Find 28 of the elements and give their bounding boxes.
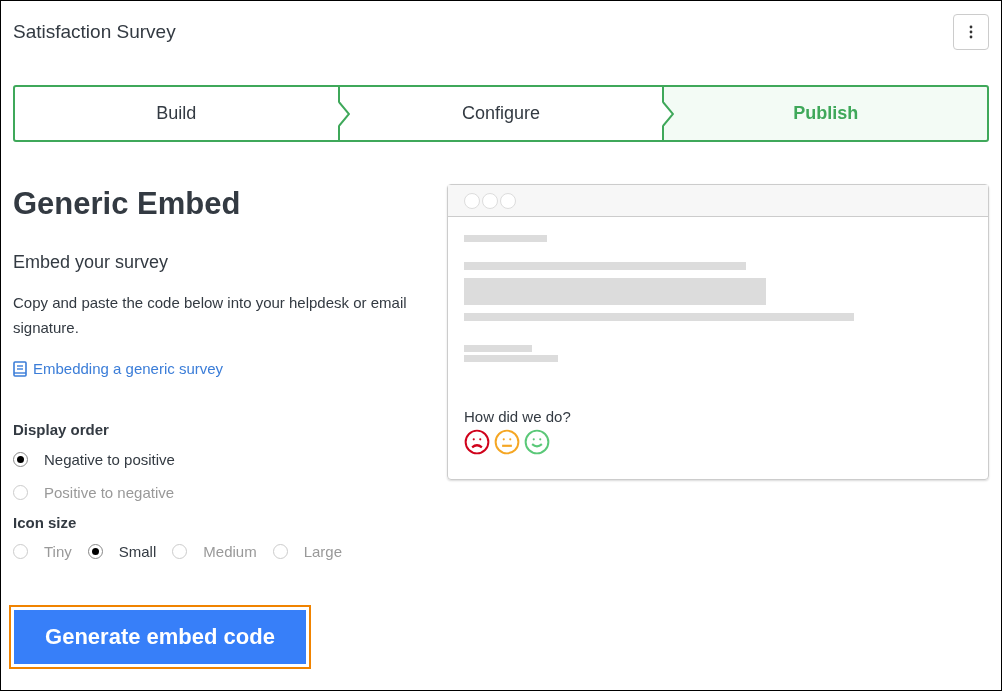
page-heading: Generic Embed (13, 186, 242, 222)
window-dot-icon (482, 192, 498, 209)
help-link[interactable]: Embedding a generic survey (13, 360, 224, 377)
chevron-icon (662, 101, 675, 126)
step-tab[interactable]: Build (13, 85, 340, 142)
radio-option[interactable]: Negative to positive (13, 448, 433, 471)
radio-option[interactable]: Tiny (13, 540, 72, 563)
step-tab[interactable]: Configure (337, 85, 665, 142)
happy-face-icon (524, 429, 550, 455)
radio-option[interactable]: Large (272, 540, 343, 563)
section-heading: Embed your survey (13, 252, 170, 273)
more-icon[interactable] (969, 25, 973, 39)
survey-question: How did we do? (464, 408, 572, 425)
neutral-face-icon (494, 429, 520, 455)
window-dot-icon (464, 192, 480, 209)
sad-face-icon (464, 429, 490, 455)
book-icon (13, 360, 27, 377)
radio-option[interactable]: Positive to negative (13, 481, 433, 504)
generate-button[interactable]: Generate embed code (9, 604, 311, 669)
instructions-text: Copy and paste the code below into your helpdesk or email signature. (13, 293, 408, 338)
window-dot-icon (500, 192, 516, 209)
chevron-icon (337, 101, 350, 126)
step-tab[interactable]: Publish (662, 85, 989, 142)
radio-option[interactable]: Small (87, 540, 157, 563)
field-label: Icon size (13, 513, 78, 531)
survey-title: Satisfaction Survey (13, 21, 176, 43)
radio-option[interactable]: Medium (172, 540, 257, 563)
field-label: Display order (13, 420, 110, 438)
